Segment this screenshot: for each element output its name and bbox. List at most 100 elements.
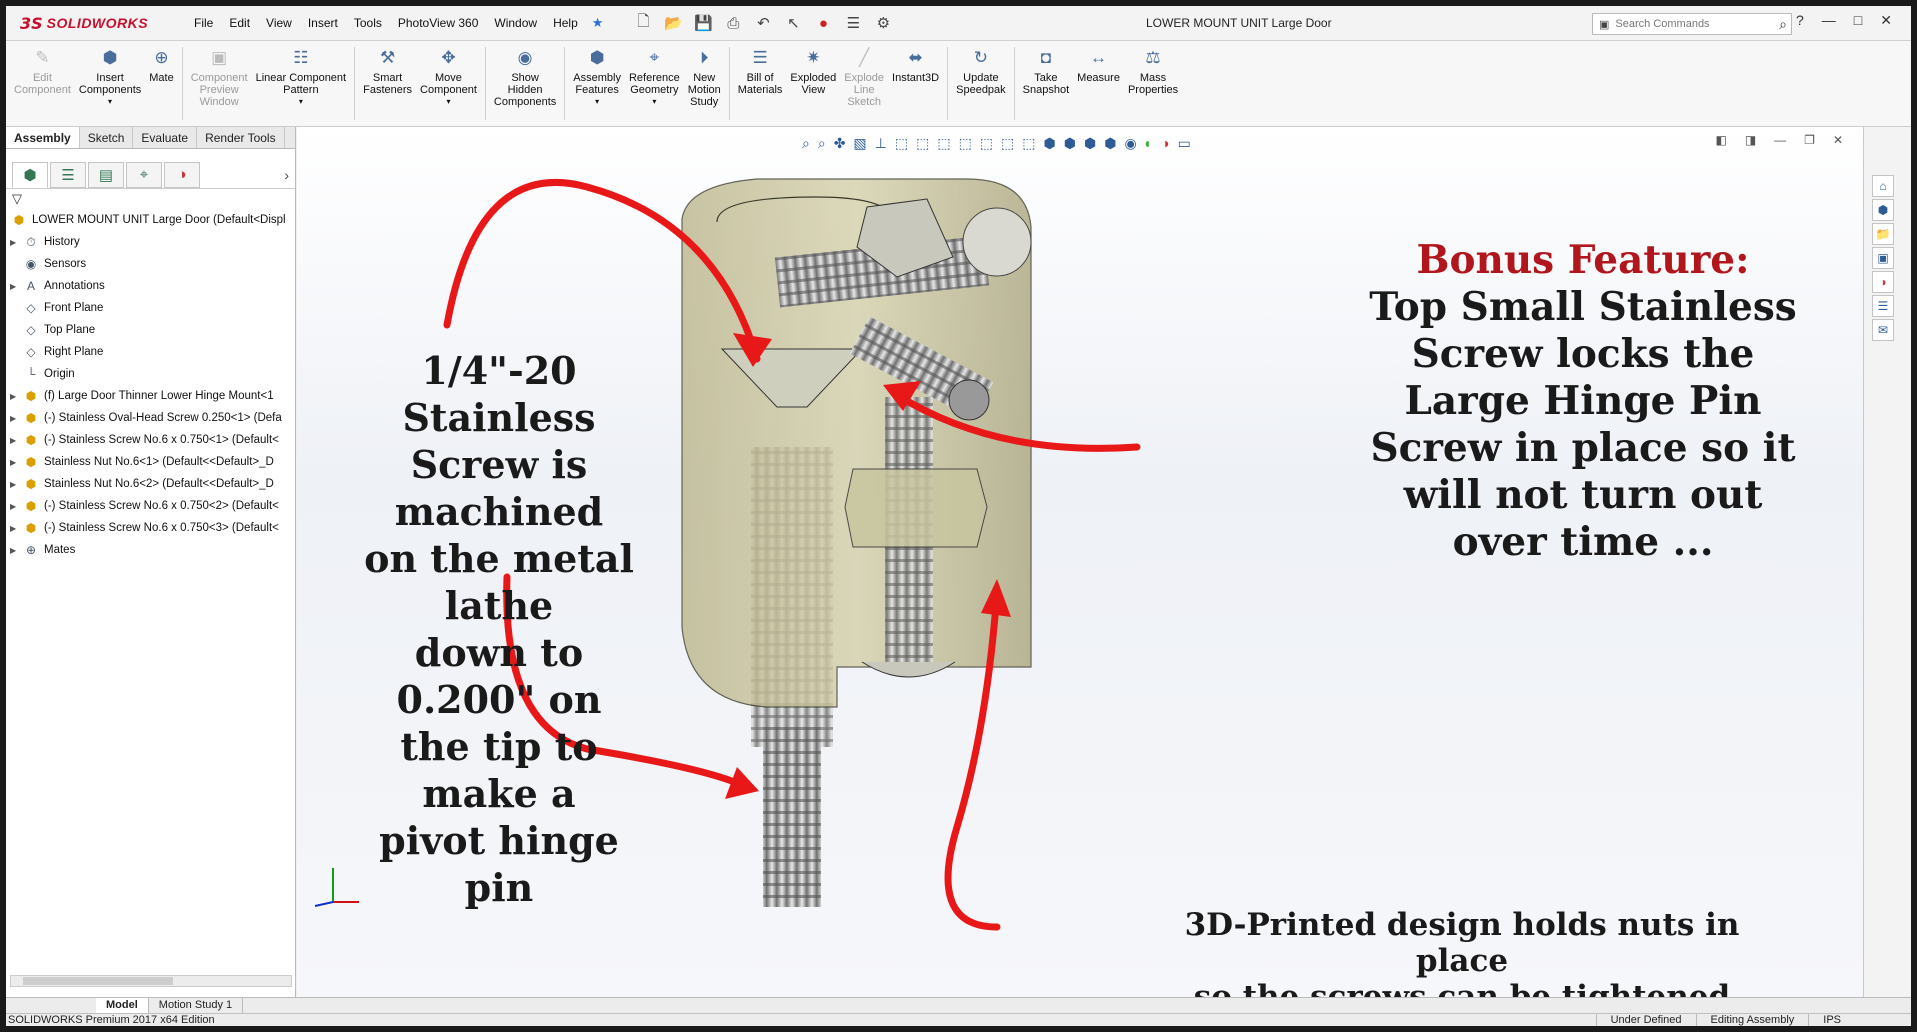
command-button[interactable]: ☰ Bill of Materials bbox=[734, 41, 787, 126]
units-selector[interactable]: IPS bbox=[1808, 1014, 1911, 1026]
tab-motion-study[interactable]: Motion Study 1 bbox=[149, 998, 244, 1013]
scrollbar-thumb[interactable] bbox=[23, 977, 173, 985]
configuration-tab-icon[interactable]: ▤ bbox=[88, 161, 124, 188]
pin-menu-icon[interactable]: ★ bbox=[592, 15, 604, 31]
tree-item[interactable]: └ Origin bbox=[10, 363, 295, 385]
tree-item[interactable]: ▶ ⊕ Mates bbox=[10, 539, 295, 561]
tab-evaluate[interactable]: Evaluate bbox=[133, 127, 198, 148]
command-button[interactable]: ✎ Edit Component bbox=[10, 41, 75, 126]
save-icon[interactable]: 💾 bbox=[693, 13, 713, 33]
dropdown-arrow-icon[interactable]: ▾ bbox=[108, 96, 112, 108]
menu-file[interactable]: File bbox=[186, 16, 221, 30]
filter-icon[interactable]: ▽ bbox=[6, 189, 295, 209]
tree-item[interactable]: ◇ Front Plane bbox=[10, 297, 295, 319]
menu-photoview[interactable]: PhotoView 360 bbox=[390, 16, 487, 30]
command-button[interactable]: ◘ Take Snapshot bbox=[1019, 41, 1073, 126]
tree-item[interactable]: ◉ Sensors bbox=[10, 253, 295, 275]
expand-arrow-icon[interactable]: ▶ bbox=[10, 458, 22, 467]
tree-item[interactable]: ▶ ⬢ (-) Stainless Oval-Head Screw 0.250<1>… bbox=[10, 407, 295, 429]
expand-arrow-icon[interactable]: ▶ bbox=[10, 502, 22, 511]
open-icon[interactable]: 📂 bbox=[663, 13, 683, 33]
solidworks-logo[interactable]: 3S SOLIDWORKS bbox=[6, 6, 166, 41]
options-gear-icon[interactable]: ⚙ bbox=[873, 13, 893, 33]
search-commands[interactable]: ▣ Search Commands ⌕ bbox=[1592, 13, 1792, 35]
command-button[interactable]: ⏵ New Motion Study bbox=[684, 41, 725, 126]
search-icon[interactable]: ⌕ bbox=[1779, 16, 1787, 33]
tree-item[interactable]: ◇ Right Plane bbox=[10, 341, 295, 363]
expand-arrow-icon[interactable]: ▶ bbox=[10, 436, 22, 445]
tree-item[interactable]: ▶ ⏱ History bbox=[10, 231, 295, 253]
dropdown-arrow-icon[interactable]: ▾ bbox=[595, 96, 599, 108]
command-button[interactable]: ╱ Explode Line Sketch bbox=[840, 41, 888, 126]
dimxpert-tab-icon[interactable]: ⌖ bbox=[126, 161, 162, 188]
tree-item[interactable]: ▶ ⬢ (-) Stainless Screw No.6 x 0.750<1> (D… bbox=[10, 429, 295, 451]
expand-arrow-icon[interactable]: ▶ bbox=[10, 282, 22, 291]
command-button[interactable]: ⌖ Reference Geometry ▾ bbox=[625, 41, 684, 126]
tab-sketch[interactable]: Sketch bbox=[80, 127, 134, 148]
dropdown-arrow-icon[interactable]: ▾ bbox=[652, 96, 656, 108]
print-icon[interactable]: ⎙ bbox=[723, 13, 743, 33]
home-icon[interactable]: ⌂ bbox=[1872, 175, 1894, 197]
tree-item[interactable]: ▶ ⬢ (-) Stainless Screw No.6 x 0.750<3> (D… bbox=[10, 517, 295, 539]
command-button[interactable]: ↔ Measure bbox=[1073, 41, 1124, 126]
select-icon[interactable]: ↖ bbox=[783, 13, 803, 33]
menu-help[interactable]: Help bbox=[545, 16, 586, 30]
design-library-icon[interactable]: ⬢ bbox=[1872, 199, 1894, 221]
feature-tree-tab-icon[interactable]: ⬢ bbox=[12, 161, 48, 188]
hinge-screw-tip[interactable] bbox=[763, 727, 821, 907]
command-button[interactable]: ⬢ Assembly Features ▾ bbox=[569, 41, 625, 126]
new-document-icon[interactable]: 🗋 bbox=[633, 13, 653, 33]
menu-edit[interactable]: Edit bbox=[221, 16, 258, 30]
command-button[interactable]: ⬌ Instant3D bbox=[888, 41, 943, 126]
custom-properties-icon[interactable]: ☰ bbox=[1872, 295, 1894, 317]
dropdown-arrow-icon[interactable]: ▾ bbox=[446, 96, 450, 108]
expand-arrow-icon[interactable]: ▶ bbox=[10, 480, 22, 489]
expand-arrow-icon[interactable]: ▶ bbox=[10, 524, 22, 533]
display-manager-tab-icon[interactable]: ◑ bbox=[164, 161, 200, 188]
expand-arrow-icon[interactable]: ▶ bbox=[10, 546, 22, 555]
tab-assembly[interactable]: Assembly bbox=[6, 127, 80, 148]
forum-icon[interactable]: ✉ bbox=[1872, 319, 1894, 341]
file-properties-icon[interactable]: ☰ bbox=[843, 13, 863, 33]
expand-arrow-icon[interactable]: ▶ bbox=[10, 238, 22, 247]
menu-view[interactable]: View bbox=[258, 16, 300, 30]
menu-insert[interactable]: Insert bbox=[300, 16, 346, 30]
tree-item[interactable]: ▶ ⬢ Stainless Nut No.6<1> (Default<<Defaul… bbox=[10, 451, 295, 473]
command-button[interactable]: ⚖ Mass Properties bbox=[1124, 41, 1182, 126]
tree-root[interactable]: ⬢ LOWER MOUNT UNIT Large Door (Default<D… bbox=[10, 209, 295, 231]
expand-arrow-icon[interactable]: ▶ bbox=[10, 414, 22, 423]
menu-tools[interactable]: Tools bbox=[346, 16, 390, 30]
tab-render-tools[interactable]: Render Tools bbox=[197, 127, 285, 148]
tree-item[interactable]: ▶ ⬢ (-) Stainless Screw No.6 x 0.750<2> (D… bbox=[10, 495, 295, 517]
horizontal-scrollbar[interactable] bbox=[10, 975, 292, 987]
command-button[interactable]: ▣ Component Preview Window bbox=[187, 41, 252, 126]
restore-icon[interactable]: □ bbox=[1854, 12, 1862, 29]
appearances-icon[interactable]: ◑ bbox=[1872, 271, 1894, 293]
command-button[interactable]: ◉ Show Hidden Components bbox=[490, 41, 560, 126]
tree-item[interactable]: ▶ ⬢ Stainless Nut No.6<2> (Default<<Defaul… bbox=[10, 473, 295, 495]
rebuild-icon[interactable]: ● bbox=[813, 13, 833, 33]
command-button[interactable]: ✥ Move Component ▾ bbox=[416, 41, 481, 126]
view-palette-icon[interactable]: ▣ bbox=[1872, 247, 1894, 269]
command-button[interactable]: ↻ Update Speedpak bbox=[952, 41, 1010, 126]
expand-arrow-icon[interactable]: ▶ bbox=[10, 392, 22, 401]
command-button[interactable]: ☷ Linear Component Pattern ▾ bbox=[252, 41, 351, 126]
tree-item[interactable]: ◇ Top Plane bbox=[10, 319, 295, 341]
chevron-right-icon[interactable]: › bbox=[284, 167, 289, 183]
file-explorer-icon[interactable]: 📁 bbox=[1872, 223, 1894, 245]
graphics-area[interactable]: ⌕ ⌕ ✤ ▧ ⊥ ⬚ ⬚ ⬚ ⬚ ⬚ ⬚ ⬚ ⬢ ⬢ ⬢ ⬢ ◉ ◐ ◑ ▭ … bbox=[297, 127, 1863, 997]
tree-item[interactable]: ▶ A Annotations bbox=[10, 275, 295, 297]
minimize-icon[interactable]: — bbox=[1822, 12, 1836, 29]
menu-window[interactable]: Window bbox=[486, 16, 545, 30]
captive-nut[interactable] bbox=[844, 468, 988, 548]
help-icon[interactable]: ? bbox=[1796, 12, 1804, 29]
close-icon[interactable]: ✕ bbox=[1880, 12, 1892, 29]
tab-model[interactable]: Model bbox=[96, 998, 149, 1013]
undo-icon[interactable]: ↶ bbox=[753, 13, 773, 33]
command-button[interactable]: ✷ Exploded View bbox=[786, 41, 840, 126]
tree-item[interactable]: ▶ ⬢ (f) Large Door Thinner Lower Hinge Mou… bbox=[10, 385, 295, 407]
dropdown-arrow-icon[interactable]: ▾ bbox=[299, 96, 303, 108]
property-manager-tab-icon[interactable]: ☰ bbox=[50, 161, 86, 188]
command-button[interactable]: ⬢ Insert Components ▾ bbox=[75, 41, 145, 126]
command-button[interactable]: ⊕ Mate bbox=[145, 41, 177, 126]
